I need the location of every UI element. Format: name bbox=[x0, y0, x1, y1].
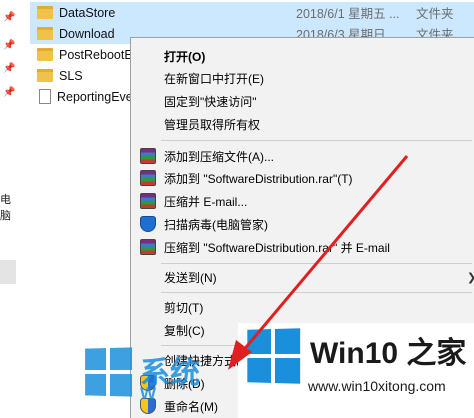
menu-separator bbox=[161, 140, 472, 141]
file-name: PostRebootE bbox=[59, 47, 133, 62]
menu-item-open-new-window[interactable]: 在新窗口中打开(E) bbox=[131, 67, 474, 89]
menu-label: 在新窗口中打开(E) bbox=[164, 71, 264, 86]
watermark-url: www.win10xitong.com bbox=[308, 378, 446, 394]
menu-label: 压缩并 E-mail... bbox=[164, 194, 248, 209]
menu-label: 打开(O) bbox=[164, 49, 206, 64]
menu-item-compress-email[interactable]: 压缩并 E-mail... bbox=[131, 190, 474, 212]
menu-item-cut[interactable]: 剪切(T) bbox=[131, 296, 474, 318]
pin-icon[interactable]: 📌 bbox=[3, 87, 15, 99]
menu-label: 添加到 "SoftwareDistribution.rar"(T) bbox=[164, 171, 353, 186]
file-date: 2018/6/1 星期五 ... bbox=[296, 7, 400, 21]
pin-icon[interactable]: 📌 bbox=[3, 40, 15, 52]
file-name: ReportingEve bbox=[57, 89, 133, 104]
menu-item-add-to-rar[interactable]: 添加到 "SoftwareDistribution.rar"(T) bbox=[131, 167, 474, 189]
pin-icon[interactable]: 📌 bbox=[3, 12, 15, 24]
folder-icon bbox=[37, 6, 53, 19]
folder-icon bbox=[37, 48, 53, 61]
menu-item-open[interactable]: 打开(O) bbox=[131, 45, 474, 67]
file-row-datastore[interactable]: DataStore 2018/6/1 星期五 ... 文件夹 bbox=[30, 2, 474, 23]
menu-label: 发送到(N) bbox=[164, 270, 217, 285]
menu-label: 复制(C) bbox=[164, 323, 205, 338]
menu-item-pin-quick-access[interactable]: 固定到"快速访问" bbox=[131, 90, 474, 112]
file-type: 文件夹 bbox=[416, 7, 454, 21]
menu-label: 压缩到 "SoftwareDistribution.rar" 并 E-mail bbox=[164, 240, 390, 255]
watermark-right: Win10 之家 www.win10xitong.com bbox=[238, 323, 474, 418]
menu-separator bbox=[161, 292, 472, 293]
menu-label: 剪切(T) bbox=[164, 300, 204, 315]
folder-icon bbox=[37, 27, 53, 40]
menu-label: 管理员取得所有权 bbox=[164, 117, 261, 132]
menu-label: 添加到压缩文件(A)... bbox=[164, 149, 274, 164]
menu-item-compress-rar-email[interactable]: 压缩到 "SoftwareDistribution.rar" 并 E-mail bbox=[131, 236, 474, 258]
windows-logo-icon bbox=[247, 328, 301, 384]
file-name: DataStore bbox=[59, 5, 116, 20]
file-name: SLS bbox=[59, 68, 83, 83]
file-name: Download bbox=[59, 26, 115, 41]
watermark-subtext: W bbox=[140, 384, 157, 403]
winrar-icon bbox=[140, 193, 156, 209]
shield-icon bbox=[140, 216, 156, 232]
winrar-icon bbox=[140, 239, 156, 255]
menu-label: 固定到"快速访问" bbox=[164, 94, 257, 109]
menu-separator bbox=[161, 263, 472, 264]
folder-icon bbox=[37, 69, 53, 82]
watermark-left: 系统 W bbox=[82, 340, 244, 418]
windows-logo-icon bbox=[85, 347, 133, 397]
nav-scroll-highlight bbox=[0, 260, 16, 284]
winrar-icon bbox=[140, 148, 156, 164]
document-icon bbox=[39, 89, 51, 104]
pin-icon[interactable]: 📌 bbox=[3, 63, 15, 75]
menu-label: 扫描病毒(电脑管家) bbox=[164, 217, 268, 232]
menu-item-add-to-archive[interactable]: 添加到压缩文件(A)... bbox=[131, 145, 474, 167]
chevron-right-icon: ❯ bbox=[467, 271, 474, 284]
menu-item-take-ownership[interactable]: 管理员取得所有权 bbox=[131, 113, 474, 135]
watermark-brand: Win10 之家 bbox=[310, 337, 467, 370]
winrar-icon bbox=[140, 170, 156, 186]
menu-item-scan-virus[interactable]: 扫描病毒(电脑管家) bbox=[131, 213, 474, 235]
navigation-pane: 📌 📌 📌 📌 电脑 bbox=[0, 0, 20, 418]
menu-item-send-to[interactable]: 发送到(N) ❯ bbox=[131, 266, 474, 288]
nav-item-this-pc[interactable]: 电脑 bbox=[0, 191, 20, 223]
